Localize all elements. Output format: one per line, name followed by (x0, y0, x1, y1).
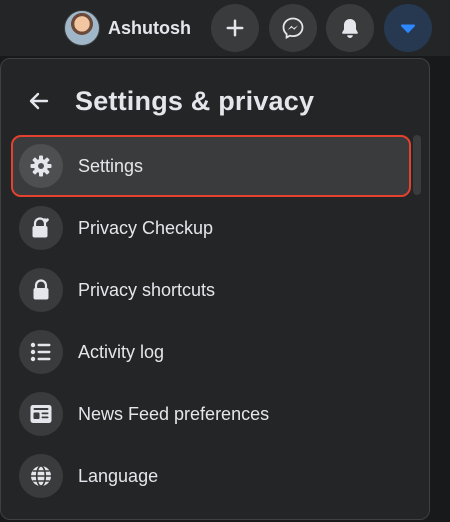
menu-item-label: Activity log (78, 341, 165, 362)
settings-menu: Settings Privacy Checkup Privacy shortcu… (11, 135, 411, 507)
bell-icon (340, 17, 360, 39)
avatar[interactable] (64, 10, 100, 46)
menu-item-label: Settings (78, 155, 144, 176)
news-feed-icon (19, 392, 63, 436)
panel-header: Settings & privacy (17, 79, 314, 123)
menu-item-language[interactable]: Language (11, 445, 411, 507)
account-menu-button[interactable] (384, 4, 432, 52)
list-icon (19, 330, 63, 374)
settings-privacy-panel: Settings & privacy Settings Privacy Chec… (0, 58, 430, 520)
menu-item-label: Language (78, 465, 159, 486)
profile-name[interactable]: Ashutosh (108, 18, 191, 39)
create-button[interactable] (211, 4, 259, 52)
back-arrow-icon (29, 92, 49, 110)
page-title: Settings & privacy (75, 85, 315, 116)
menu-item-activity-log[interactable]: Activity log (11, 321, 411, 383)
menu-item-privacy-shortcuts[interactable]: Privacy shortcuts (11, 259, 411, 321)
gear-icon (19, 144, 63, 188)
scrollbar[interactable] (413, 135, 421, 195)
profile-chip[interactable]: Ashutosh (64, 10, 199, 46)
caret-down-icon (400, 22, 416, 34)
top-navigation-bar: Ashutosh (0, 0, 450, 56)
messenger-button[interactable] (269, 4, 317, 52)
menu-item-label: News Feed preferences (78, 403, 270, 424)
menu-item-settings[interactable]: Settings (11, 135, 411, 197)
menu-item-news-feed-preferences[interactable]: News Feed preferences (11, 383, 411, 445)
plus-icon (225, 18, 245, 38)
globe-icon (19, 454, 63, 498)
menu-item-privacy-checkup[interactable]: Privacy Checkup (11, 197, 411, 259)
lock-heart-icon (19, 206, 63, 250)
lock-icon (19, 268, 63, 312)
notifications-button[interactable] (326, 4, 374, 52)
menu-item-label: Privacy shortcuts (78, 279, 216, 300)
menu-item-label: Privacy Checkup (78, 217, 214, 238)
messenger-icon (282, 17, 304, 39)
back-button[interactable] (17, 79, 61, 123)
